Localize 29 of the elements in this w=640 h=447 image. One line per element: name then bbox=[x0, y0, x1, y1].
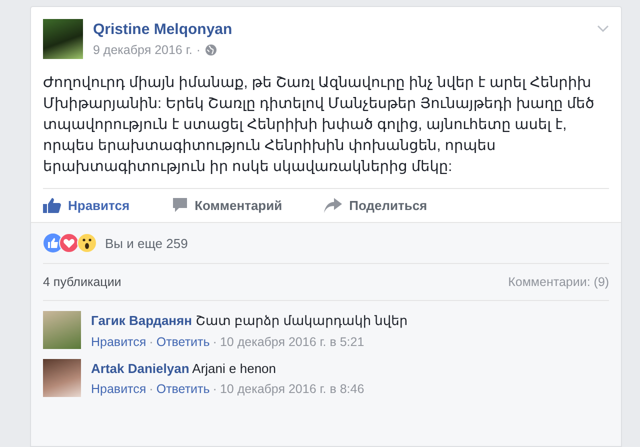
thumbs-up-icon bbox=[43, 197, 61, 213]
comment-text: Artak Danielyan Arjani e henon bbox=[91, 361, 278, 376]
avatar-photo[interactable] bbox=[43, 19, 83, 59]
author-name[interactable]: Qristine Melqonyan bbox=[93, 21, 232, 38]
reaction-summary[interactable]: Вы и еще 259 bbox=[105, 236, 188, 250]
reply-link[interactable]: Ответить bbox=[156, 335, 210, 349]
separator: · bbox=[196, 43, 201, 57]
comment-text: Гагик Варданян Շատ բարձր մակարդակի նվեր bbox=[91, 313, 408, 329]
comment-time[interactable]: 10 декабря 2016 г. в 8:46 bbox=[220, 382, 364, 396]
shares-link[interactable]: 4 публикации bbox=[43, 275, 122, 289]
separator: · bbox=[212, 382, 217, 396]
share-button[interactable]: Поделиться bbox=[324, 197, 428, 213]
comment-button[interactable]: Комментарий bbox=[172, 197, 282, 213]
post-text: Ժողովուրդ միայն իմանաք, թե Շառլ Ազնավուրը ինչ նվեր է արել Հենրիխ Մխիթարյանին: Երեկ Շառլը դիտելով Մանչեսթեր Յունայթեդի խաղը մեծ տպավորություն է ստացել Հենրիխի խփած գոլից, այնուհետը ասել է, որպես երախտագիտություն Հենրիխին փոխանցեն, որպես երախտագիտություն իր ոսկե սկավառակներից մեկը: bbox=[43, 74, 596, 177]
separator: · bbox=[149, 335, 154, 349]
comment-time[interactable]: 10 декабря 2016 г. в 5:21 bbox=[220, 335, 364, 349]
arrow-icon bbox=[324, 198, 342, 212]
reaction-icons-drawing[interactable] bbox=[43, 233, 99, 253]
like-link[interactable]: Нравится bbox=[91, 382, 146, 396]
separator: · bbox=[149, 382, 154, 396]
comments-count[interactable]: Комментарии: (9) bbox=[508, 275, 610, 289]
speech-bubble-icon bbox=[172, 197, 188, 213]
post-date[interactable]: 9 декабря 2016 г. bbox=[93, 43, 192, 57]
globe-icon bbox=[204, 44, 217, 56]
reply-link[interactable]: Ответить bbox=[156, 382, 210, 396]
like-button[interactable]: Нравится bbox=[43, 197, 130, 213]
avatar-photo[interactable] bbox=[43, 359, 81, 397]
separator: · bbox=[212, 335, 217, 349]
like-link[interactable]: Нравится bbox=[91, 335, 146, 349]
